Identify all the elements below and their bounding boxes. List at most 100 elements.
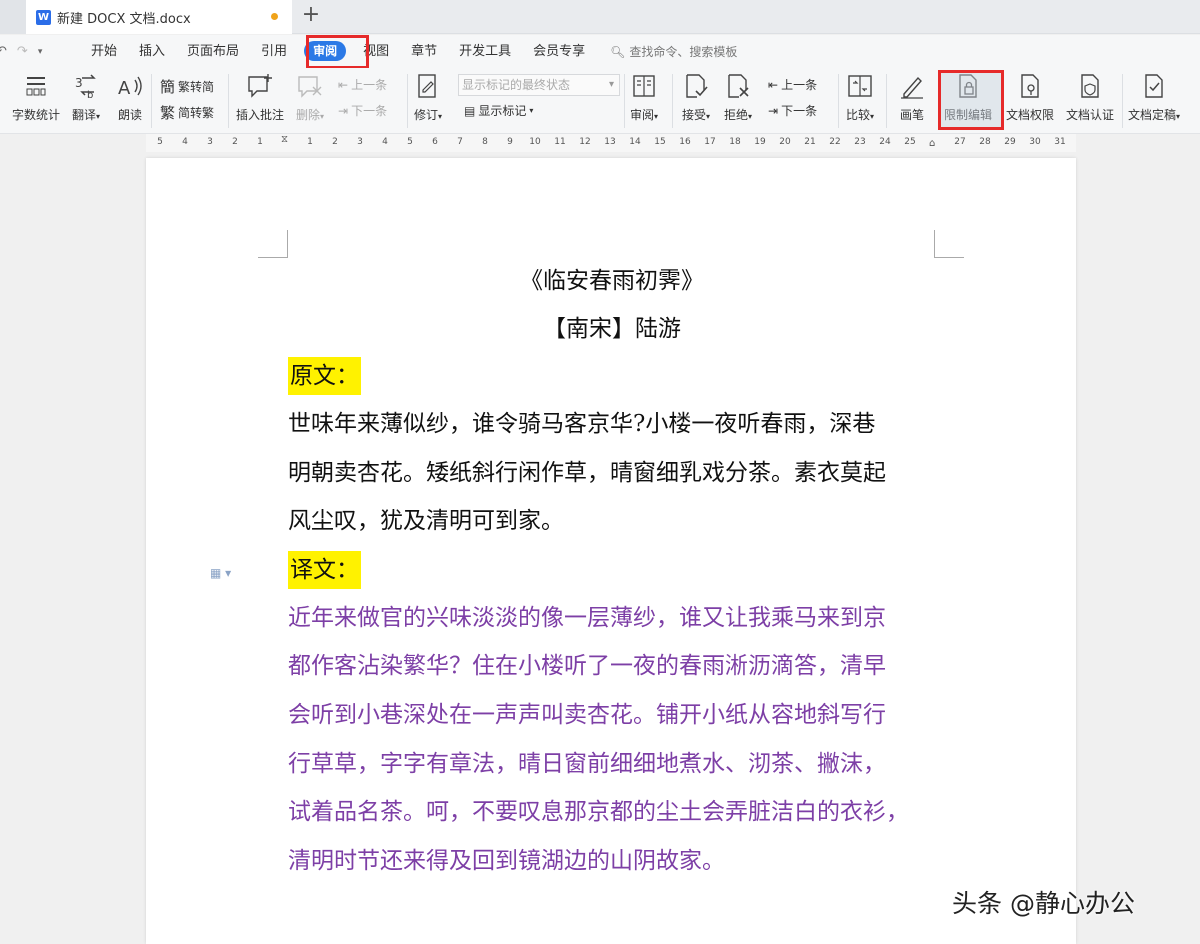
accept-icon <box>682 72 710 100</box>
insert-comment-button[interactable]: 插入批注 <box>236 72 284 123</box>
accept-change-button[interactable]: 接受▾ <box>682 72 710 123</box>
simp-to-trad-label: 简转繁 <box>178 106 215 120</box>
translate-button[interactable]: 3b 翻译▾ <box>72 72 100 123</box>
tab-developer[interactable]: 开发工具 <box>448 35 522 68</box>
tab-home[interactable]: 开始 <box>80 35 128 68</box>
paragraph-layout-icon[interactable]: ▦ ▾ <box>210 566 231 580</box>
translation-line: 会听到小巷深处在一声声叫卖杏花。铺开小纸从容地斜写行 <box>288 701 886 728</box>
markup-state-select[interactable]: 显示标记的最终状态 ▾ <box>458 74 620 96</box>
poem-author: 【南宋】陆游 <box>543 316 681 342</box>
menu-bar: ↶ ↷ ▾ 开始 插入 页面布局 引用 审阅 视图 章节 开发工具 会员专享 🔍… <box>0 35 1200 68</box>
tab-member[interactable]: 会员专享 <box>522 35 596 68</box>
ruler-number: 8 <box>482 137 488 147</box>
translation-line: 近年来做官的兴味淡淡的像一层薄纱，谁又让我乘马来到京 <box>288 604 886 631</box>
document-finalize-button[interactable]: 文档定稿▾ <box>1128 72 1180 123</box>
ruler-number: 13 <box>604 137 616 147</box>
tab-references[interactable]: 引用 <box>250 35 298 68</box>
simp-to-trad-button[interactable]: 繁 简转繁 <box>160 102 214 123</box>
next-change-button[interactable]: ⇥ 下一条 <box>768 102 817 119</box>
translation-line: 试着品名茶。呵，不要叹息那京都的尘土会弄脏洁白的衣衫， <box>288 799 909 826</box>
original-label: 原文： <box>288 357 361 395</box>
command-search[interactable]: 🔍︎ 查找命令、搜索模板 <box>610 43 737 60</box>
show-markup-label: 显示标记 <box>478 104 527 118</box>
delete-comment-button[interactable]: 删除▾ <box>296 72 324 123</box>
quick-access-toolbar: ↶ ↷ ▾ <box>0 44 80 59</box>
tab-section[interactable]: 章节 <box>400 35 448 68</box>
original-line: 风尘叹，犹及清明可到家。 <box>288 508 564 535</box>
track-changes-button[interactable]: 修订▾ <box>414 72 442 123</box>
previous-tab-stub[interactable] <box>0 0 26 34</box>
translate-icon: 3b <box>72 72 100 101</box>
ruler-number: 22 <box>829 137 841 147</box>
wps-writer-icon: W <box>36 9 51 25</box>
ruler-number: 30 <box>1029 137 1041 147</box>
quick-access-dropdown-icon[interactable]: ▾ <box>38 47 43 57</box>
new-tab-button[interactable]: + <box>300 4 322 28</box>
markup-state-value: 显示标记的最终状态 <box>462 78 571 92</box>
ruler-number: 11 <box>554 137 566 147</box>
chevron-down-icon: ▾ <box>608 79 614 90</box>
document-certification-button[interactable]: 文档认证 <box>1066 72 1114 123</box>
document-tab-name: 新建 DOCX 文档.docx <box>57 11 191 27</box>
pen-label: 画笔 <box>899 108 924 122</box>
indent-marker-icon[interactable]: ⧖ <box>281 134 288 145</box>
trad-to-simp-button[interactable]: 簡 繁转简 <box>160 76 214 97</box>
watermark-text: 头条 @静心办公 <box>952 889 1135 918</box>
margin-corner-mark <box>934 230 964 258</box>
review-pane-button[interactable]: 审阅▾ <box>630 72 658 123</box>
pen-button[interactable]: 画笔 <box>898 72 926 123</box>
horizontal-ruler[interactable]: 5 4 3 2 1 1 2 3 4 5 6 7 8 9 10 11 12 13 14 15 16 17 18 19 20 21 22… <box>0 134 1200 154</box>
reject-icon <box>724 72 752 100</box>
command-search-placeholder: 查找命令、搜索模板 <box>629 45 738 59</box>
delete-comment-icon <box>296 72 324 100</box>
ruler-number: 28 <box>979 137 991 147</box>
show-markup-button[interactable]: ▤ 显示标记 ▾ <box>464 102 533 119</box>
ribbon-separator <box>838 74 839 128</box>
previous-comment-button[interactable]: ⇤ 上一条 <box>338 76 387 93</box>
ruler-number: 18 <box>729 137 741 147</box>
margin-corner-mark <box>258 230 288 258</box>
redo-icon[interactable]: ↷ <box>17 44 28 59</box>
ruler-number: 4 <box>382 137 388 147</box>
ruler-number: 29 <box>1004 137 1016 147</box>
ruler-number: 23 <box>854 137 866 147</box>
tab-page-layout[interactable]: 页面布局 <box>176 35 250 68</box>
undo-icon[interactable]: ↶ <box>0 44 7 59</box>
ruler-number: 5 <box>407 137 413 147</box>
compare-button[interactable]: 比较▾ <box>846 72 874 123</box>
reject-change-button[interactable]: 拒绝▾ <box>724 72 752 123</box>
next-change-icon: ⇥ <box>768 103 779 118</box>
ruler-number: 14 <box>629 137 641 147</box>
ruler-number: 25 <box>904 137 916 147</box>
word-count-button[interactable]: 字数统计 <box>12 72 60 123</box>
ruler-number: 20 <box>779 137 791 147</box>
read-aloud-label: 朗读 <box>117 108 142 122</box>
insert-comment-label: 插入批注 <box>236 108 285 122</box>
ruler-number: 21 <box>804 137 816 147</box>
tab-insert[interactable]: 插入 <box>128 35 176 68</box>
document-permissions-label: 文档权限 <box>1006 108 1055 122</box>
unsaved-indicator-dot <box>271 13 278 20</box>
ribbon-toolbar: 字数统计 3b 翻译▾ A 朗读 簡 繁转简 繁 简转繁 插入批注 删除▾ ⇤ … <box>0 68 1200 134</box>
right-indent-marker-icon[interactable]: ⌂ <box>929 138 935 149</box>
previous-change-button[interactable]: ⇤ 上一条 <box>768 76 817 93</box>
original-label-line: 原文： <box>288 352 936 400</box>
document-tab[interactable]: W 新建 DOCX 文档.docx <box>26 0 292 34</box>
read-aloud-button[interactable]: A 朗读 <box>116 72 144 123</box>
ribbon-separator <box>228 74 229 128</box>
next-change-label: 下一条 <box>781 104 818 118</box>
document-body[interactable]: 《临安春雨初霁》 【南宋】陆游 原文： 世味年来薄似纱，谁令骑马客京华?小楼一夜… <box>288 256 936 885</box>
previous-comment-label: 上一条 <box>351 78 388 92</box>
next-comment-button[interactable]: ⇥ 下一条 <box>338 102 387 119</box>
previous-change-icon: ⇤ <box>768 77 779 92</box>
trad-to-simp-icon: 簡 <box>160 78 176 96</box>
document-page[interactable]: ▦ ▾ 《临安春雨初霁》 【南宋】陆游 原文： 世味年来薄似纱，谁令骑马客京华?… <box>146 158 1076 944</box>
document-permissions-button[interactable]: 文档权限 <box>1006 72 1054 123</box>
reject-label: 拒绝▾ <box>724 108 753 122</box>
ruler-number: 5 <box>157 137 163 147</box>
ruler-number: 1 <box>257 137 263 147</box>
svg-text:A: A <box>118 78 131 99</box>
translation-line: 行草草，字字有章法，晴日窗前细细地煮水、沏茶、撇沫， <box>288 750 886 777</box>
ruler-number: 31 <box>1054 137 1066 147</box>
ruler-number: 7 <box>457 137 463 147</box>
